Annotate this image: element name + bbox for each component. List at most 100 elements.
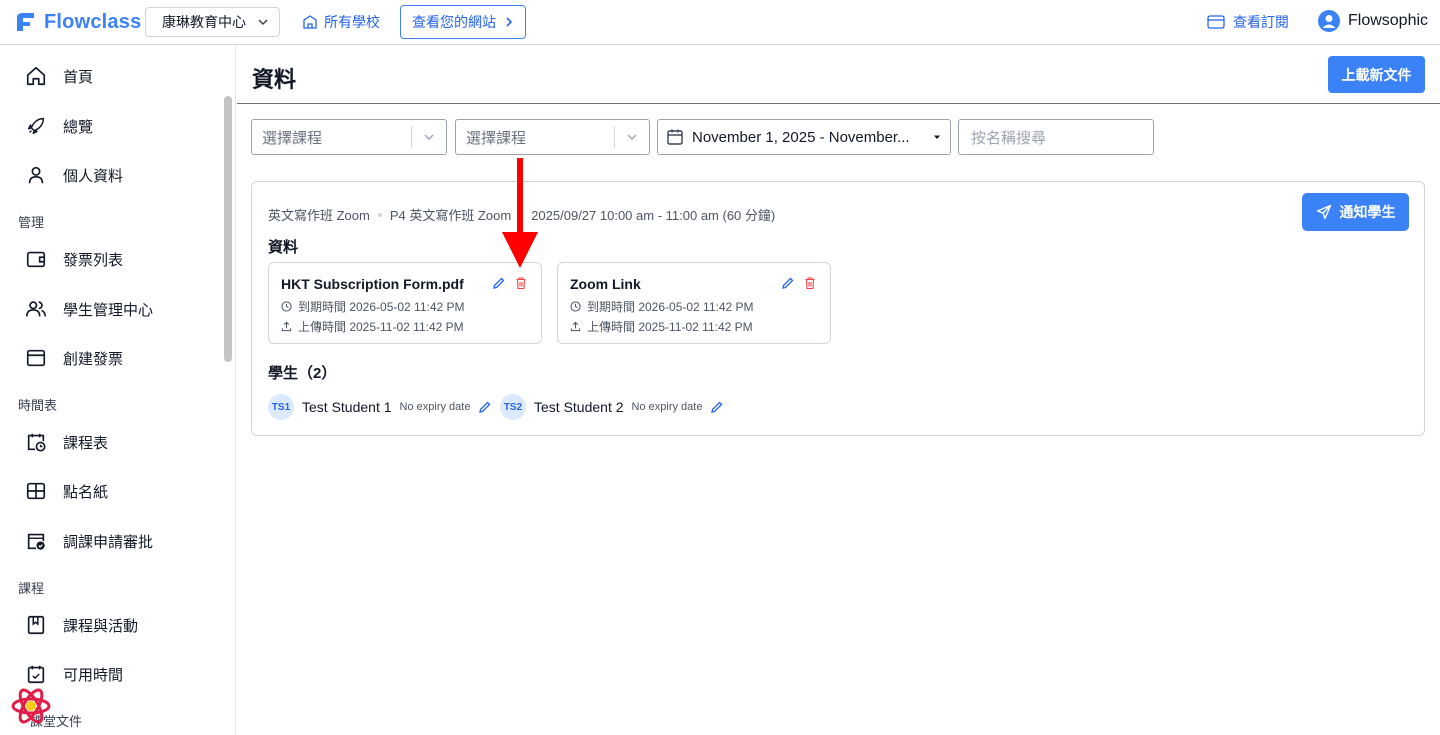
edit-icon[interactable] bbox=[478, 400, 492, 414]
view-subscription-link[interactable]: 查看訂閱 bbox=[1207, 12, 1289, 32]
course-select-placeholder: 選擇課程 bbox=[466, 129, 527, 147]
sidebar-item-label: 總覽 bbox=[63, 118, 94, 136]
rocket-icon bbox=[27, 117, 45, 135]
separator-dot bbox=[377, 212, 382, 217]
file-expiry: 到期時間 2026-05-02 11:42 PM bbox=[281, 298, 465, 315]
lesson-class: P4 英文寫作班 Zoom bbox=[389, 208, 512, 223]
sidebar-item-students[interactable]: 學生管理中心 bbox=[25, 297, 153, 321]
file-name: HKT Subscription Form.pdf bbox=[281, 276, 464, 292]
student-name: Test Student 2 bbox=[534, 399, 624, 415]
home-icon bbox=[26, 66, 46, 86]
edit-icon[interactable] bbox=[781, 276, 795, 290]
sidebar-item-label: 點名紙 bbox=[63, 483, 109, 501]
flowclass-logo-icon bbox=[17, 13, 34, 31]
course-select-placeholder: 選擇課程 bbox=[262, 129, 323, 147]
clock-icon bbox=[281, 301, 292, 312]
view-site-button[interactable]: 查看您的網站 bbox=[400, 5, 526, 39]
calendar-icon bbox=[27, 665, 45, 684]
sidebar-scrollbar[interactable] bbox=[224, 96, 232, 362]
students-title: 學生（2） bbox=[268, 365, 337, 382]
date-range-value: November 1, 2025 - November... bbox=[692, 128, 910, 146]
sidebar-item-overview[interactable]: 總覽 bbox=[25, 114, 93, 138]
student-avatar: TS1 bbox=[268, 394, 294, 420]
chevron-down-icon bbox=[627, 134, 637, 140]
file-uploaded-text: 上傳時間 2025-11-02 11:42 PM bbox=[298, 320, 464, 334]
sidebar-section-schedule: 時間表 bbox=[18, 398, 58, 413]
sidebar-item-label: 創建發票 bbox=[63, 350, 124, 368]
view-site-label: 查看您的網站 bbox=[412, 14, 496, 30]
school-icon bbox=[303, 15, 317, 29]
sidebar-item-create-invoice[interactable]: 創建發票 bbox=[25, 346, 123, 370]
sidebar-item-label: 課程表 bbox=[63, 434, 109, 452]
calendar-clock-icon bbox=[27, 433, 46, 452]
top-bar: Flowclass 康琳教育中心 所有學校 查看您的網站 查看訂閱 Flowso… bbox=[0, 0, 1440, 45]
trash-icon[interactable] bbox=[803, 276, 817, 290]
student-item: TS1 Test Student 1 No expiry date bbox=[268, 394, 492, 420]
upload-icon bbox=[281, 321, 292, 332]
user-name: Flowsophic bbox=[1348, 12, 1429, 29]
student-avatar: TS2 bbox=[500, 394, 526, 420]
notify-students-button[interactable]: 通知學生 bbox=[1302, 193, 1409, 231]
sidebar-item-courses[interactable]: 課程與活動 bbox=[25, 613, 138, 637]
sidebar-item-label: 學生管理中心 bbox=[63, 301, 154, 319]
calendar-icon bbox=[667, 129, 683, 145]
sidebar: 首頁 總覽 個人資料 管理 發票列表 學生管理中心 創建發票 時間表 課程表 點… bbox=[0, 46, 236, 735]
sidebar-item-label: 發票列表 bbox=[63, 251, 124, 269]
file-expiry: 到期時間 2026-05-02 11:42 PM bbox=[570, 298, 754, 315]
react-devtools-icon[interactable] bbox=[11, 686, 51, 726]
student-expiry: No expiry date bbox=[631, 401, 703, 413]
user-avatar-icon bbox=[1318, 10, 1340, 32]
send-icon bbox=[1316, 204, 1331, 220]
caret-down-icon bbox=[934, 135, 940, 139]
sidebar-section-manage: 管理 bbox=[18, 215, 45, 230]
sidebar-item-availability[interactable]: 可用時間 bbox=[25, 662, 123, 686]
all-schools-label: 所有學校 bbox=[324, 14, 380, 30]
date-range-picker[interactable]: November 1, 2025 - November... bbox=[657, 119, 951, 155]
upload-document-button[interactable]: 上載新文件 bbox=[1328, 56, 1425, 93]
user-menu[interactable]: Flowsophic bbox=[1318, 10, 1428, 32]
all-schools-link[interactable]: 所有學校 bbox=[302, 12, 380, 32]
sidebar-section-course: 課程 bbox=[18, 581, 45, 596]
notify-students-label: 通知學生 bbox=[1339, 204, 1396, 220]
lesson-time: 2025/09/27 10:00 am - 11:00 am (60 分鐘) bbox=[531, 208, 776, 223]
edit-icon[interactable] bbox=[492, 276, 506, 290]
chevron-down-icon bbox=[258, 19, 268, 26]
logo[interactable]: Flowclass bbox=[14, 10, 141, 34]
file-uploaded: 上傳時間 2025-11-02 11:42 PM bbox=[570, 318, 753, 335]
chevron-right-icon bbox=[506, 17, 513, 27]
sidebar-item-attendance[interactable]: 點名紙 bbox=[25, 479, 108, 503]
sidebar-item-label: 個人資料 bbox=[63, 167, 124, 185]
users-icon bbox=[26, 301, 46, 317]
file-expiry-text: 到期時間 2026-05-02 11:42 PM bbox=[587, 300, 754, 314]
lesson-card: 英文寫作班 Zoom P4 英文寫作班 Zoom 2025/09/27 10:0… bbox=[251, 181, 1425, 436]
sidebar-item-timetable[interactable]: 課程表 bbox=[25, 430, 108, 454]
sidebar-item-invoices[interactable]: 發票列表 bbox=[25, 247, 123, 271]
table-icon bbox=[26, 482, 46, 500]
file-uploaded-text: 上傳時間 2025-11-02 11:42 PM bbox=[587, 320, 753, 334]
material-file-card[interactable]: HKT Subscription Form.pdf 到期時間 2026-05-0… bbox=[268, 262, 542, 344]
clock-icon bbox=[570, 301, 581, 312]
book-icon bbox=[27, 615, 45, 635]
wallet-icon bbox=[26, 251, 46, 268]
file-uploaded: 上傳時間 2025-11-02 11:42 PM bbox=[281, 318, 464, 335]
sidebar-item-home[interactable]: 首頁 bbox=[25, 64, 93, 88]
edit-icon[interactable] bbox=[710, 400, 724, 414]
course-select-1[interactable]: 選擇課程 bbox=[251, 119, 447, 155]
file-name: Zoom Link bbox=[570, 276, 641, 292]
lesson-course: 英文寫作班 Zoom bbox=[268, 208, 370, 223]
trash-icon[interactable] bbox=[514, 276, 528, 290]
sidebar-item-profile[interactable]: 個人資料 bbox=[25, 163, 123, 187]
material-file-card[interactable]: Zoom Link 到期時間 2026-05-02 11:42 PM 上傳時間 … bbox=[557, 262, 831, 344]
school-select-value: 康琳教育中心 bbox=[162, 14, 246, 30]
view-subscription-label: 查看訂閱 bbox=[1233, 14, 1289, 30]
student-item: TS2 Test Student 2 No expiry date bbox=[500, 394, 724, 420]
logo-text: Flowclass bbox=[44, 10, 142, 33]
course-select-2[interactable]: 選擇課程 bbox=[455, 119, 650, 155]
search-input[interactable]: 按名稱搜尋 bbox=[958, 119, 1154, 155]
sidebar-item-reschedule[interactable]: 調課申請審批 bbox=[25, 529, 153, 553]
header-divider bbox=[237, 103, 1440, 104]
sidebar-item-label: 首頁 bbox=[63, 68, 94, 86]
materials-title: 資料 bbox=[268, 239, 299, 256]
school-select[interactable]: 康琳教育中心 bbox=[145, 7, 280, 37]
browser-icon bbox=[26, 349, 46, 367]
